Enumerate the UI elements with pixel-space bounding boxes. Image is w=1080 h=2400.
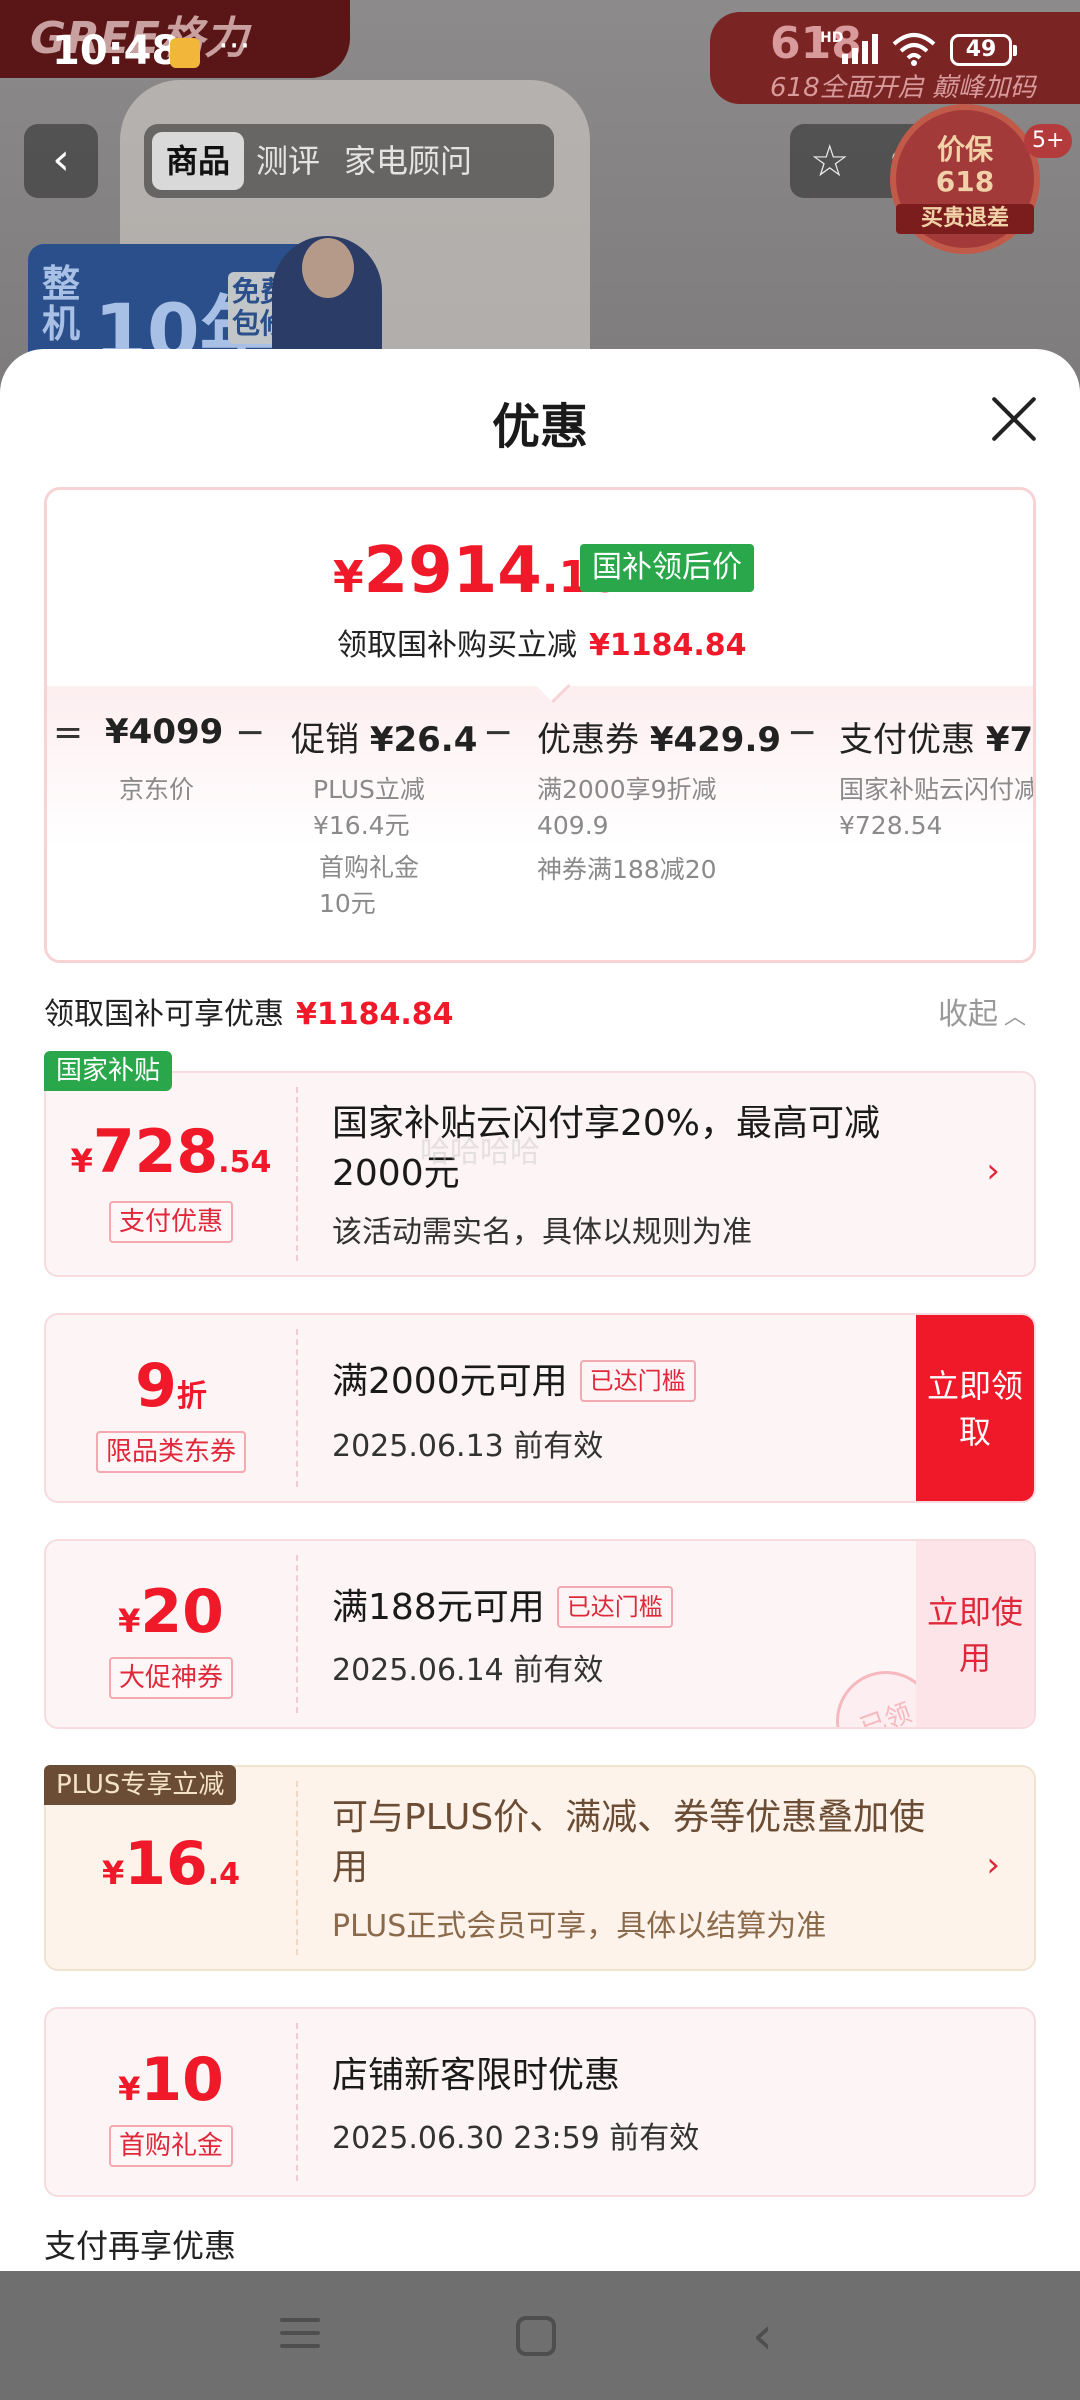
status-bar: 10:48 ··· HD 49 — [0, 0, 1080, 100]
formula-payment: 支付优惠 ¥728.54 — [839, 720, 1034, 760]
back-button[interactable]: ‹ — [24, 124, 98, 198]
minus-sign: − — [483, 712, 514, 753]
formula-promotion: 促销 ¥26.4 — [291, 720, 478, 760]
coupon-desc: PLUS正式会员可享，具体以结算为准 — [332, 1909, 827, 1944]
coupon-title: 可与PLUS价、满减、券等优惠叠加使用 — [332, 1797, 926, 1888]
favorite-star-icon[interactable]: ☆ — [810, 136, 849, 187]
coupon-amount: ¥16.4 — [101, 1829, 241, 1899]
status-time: 10:48 — [52, 28, 180, 74]
coupon-amount: ¥20 — [118, 1577, 224, 1647]
collapse-button[interactable]: 收起 ︿ — [938, 989, 1026, 1033]
chevron-right-icon: › — [986, 1151, 1000, 1191]
watermark: 哈哈哈哈 — [420, 1135, 540, 1170]
coupon-title: 满2000元可用 已达门槛 — [332, 1357, 696, 1407]
coupon-card-first-purchase[interactable]: ¥10 首购礼金 店铺新客限时优惠 2025.06.30 23:59 前有效 — [44, 2007, 1036, 2197]
coupon-type-label: 首购礼金 — [108, 2125, 234, 2167]
minus-sign: − — [235, 712, 266, 753]
tab-advisor[interactable]: 家电顾问 — [332, 132, 484, 190]
coupon-type-label: 支付优惠 — [108, 1201, 234, 1243]
more-notifications-icon: ··· — [218, 26, 251, 66]
notification-icon — [170, 38, 200, 68]
coupon-card-subsidy[interactable]: ¥728.54 支付优惠 国家补贴云闪付享20%，最高可减2000元 该活动需实… — [44, 1071, 1036, 1277]
equals-sign: = — [53, 712, 84, 753]
minus-sign: − — [787, 712, 818, 753]
price-protect-badge[interactable]: 价保 618 买贵退差 — [890, 104, 1040, 254]
chevron-right-icon: › — [986, 1845, 1000, 1885]
system-navigation-bar: ‹ — [0, 2272, 1080, 2400]
corner-tag-subsidy: 国家补贴 — [44, 1051, 173, 1091]
formula-coupon: 优惠券 ¥429.9 — [537, 720, 782, 760]
coupon-title: 满188元可用 已达门槛 — [332, 1583, 673, 1633]
tab-review[interactable]: 测评 — [244, 132, 332, 190]
discount-sheet: 优惠 ¥2914.16 国补领后价 领取国补购买立减¥1184.84 = ¥40… — [0, 349, 1080, 2271]
price-summary-card: ¥2914.16 国补领后价 领取国补购买立减¥1184.84 = ¥4099 … — [44, 487, 1036, 963]
cart-count-badge: 5+ — [1024, 124, 1073, 158]
product-tabs: 商品 测评 家电顾问 — [144, 124, 554, 198]
coupon-type-label: 限品类东券 — [95, 1431, 247, 1473]
coupon-desc: 2025.06.13 前有效 — [332, 1429, 604, 1464]
use-now-button[interactable]: 立即使用 — [916, 1541, 1034, 1727]
coupon-amount: ¥10 — [118, 2045, 224, 2115]
chevron-up-icon: ︿ — [1004, 1005, 1027, 1030]
coupon-card-big-promo[interactable]: ¥20 大促神券 满188元可用 已达门槛 2025.06.14 前有效 已领 立… — [44, 1539, 1036, 1729]
threshold-reached-badge: 已达门槛 — [556, 1586, 673, 1628]
coupon-desc: 2025.06.30 23:59 前有效 — [332, 2121, 700, 2156]
coupon-desc: 该活动需实名，具体以规则为准 — [332, 1215, 752, 1250]
threshold-reached-badge: 已达门槛 — [579, 1360, 696, 1402]
formula-jd-price: ¥4099 — [105, 712, 224, 752]
coupon-desc: 2025.06.14 前有效 — [332, 1653, 604, 1688]
formula-jd-price-sub: 京东价 — [119, 775, 195, 804]
back-icon[interactable]: ‹ — [752, 2306, 773, 2366]
coupon-amount: ¥728.54 — [70, 1117, 272, 1187]
section-heading: 领取国补可享优惠 ¥1184.84 — [44, 997, 454, 1032]
coupon-amount: 9折 — [135, 1351, 207, 1421]
signal-icon — [842, 34, 878, 64]
coupon-card-discount[interactable]: 9折 限品类东券 满2000元可用 已达门槛 2025.06.13 前有效 立即领… — [44, 1313, 1036, 1503]
wifi-icon — [892, 33, 936, 66]
corner-tag-plus: PLUS专享立减 — [44, 1765, 237, 1805]
sheet-title: 优惠 — [491, 399, 588, 455]
battery-icon: 49 — [950, 34, 1017, 66]
claim-now-button[interactable]: 立即领取 — [916, 1315, 1034, 1501]
menu-icon[interactable] — [280, 2318, 320, 2357]
coupon-type-label: 大促神券 — [108, 1657, 234, 1699]
reduce-line: 领取国补购买立减 ¥1184.84 — [337, 628, 747, 663]
home-icon[interactable] — [516, 2316, 556, 2356]
close-icon[interactable] — [984, 389, 1044, 449]
tab-product[interactable]: 商品 — [152, 132, 245, 190]
final-price: ¥2914.16 — [333, 534, 620, 608]
coupon-title: 店铺新客限时优惠 — [332, 2055, 621, 2096]
subsidy-price-tag: 国补领后价 — [580, 544, 754, 592]
price-formula: = ¥4099 京东价 − 促销 ¥26.4 PLUS立减 ¥16.4元 首购礼… — [47, 686, 1034, 960]
payment-offers-heading: 支付再享优惠 — [44, 2227, 237, 2265]
